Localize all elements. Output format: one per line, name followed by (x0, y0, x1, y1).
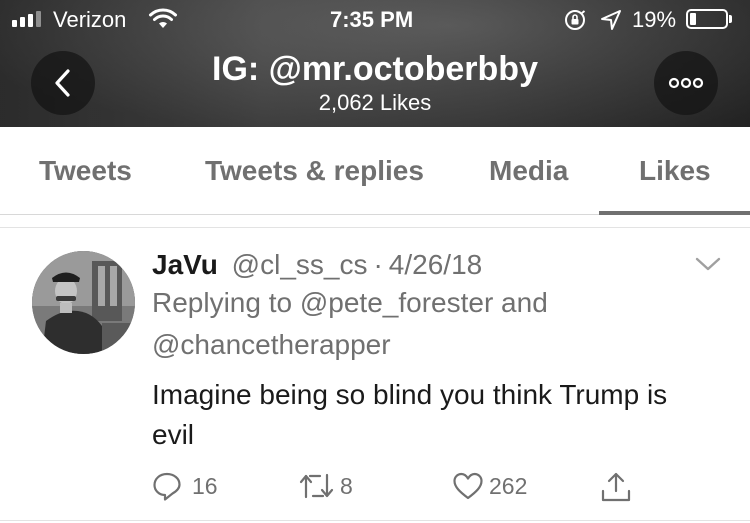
rotation-lock-icon (565, 10, 586, 30)
reply-context-line-2[interactable]: @chancetherapper (152, 329, 391, 361)
signal-icon (12, 11, 48, 27)
carrier-label: Verizon (53, 7, 127, 32)
profile-header: Verizon 7:35 PM 19% IG: @mr.octoberbby 2… (0, 0, 750, 127)
like-count: 262 (489, 473, 528, 499)
tweet-divider (0, 520, 750, 521)
meta-separator: · (373, 249, 383, 280)
battery-level (690, 13, 696, 25)
tab-tweets[interactable]: Tweets (39, 155, 132, 187)
profile-likes-count: 2,062 Likes (318, 90, 432, 115)
author-handle[interactable]: @cl_ss_cs (232, 249, 368, 280)
retweet-count: 8 (340, 473, 353, 499)
profile-title: IG: @mr.octoberbby (212, 50, 538, 88)
tab-media[interactable]: Media (489, 155, 568, 187)
tweet-item[interactable]: JaVu @cl_ss_cs · 4/26/18 Replying to @pete… (0, 228, 750, 523)
like-button[interactable]: 262 (452, 471, 542, 501)
reply-icon (153, 472, 181, 501)
chevron-down-icon[interactable] (694, 256, 722, 272)
tab-likes[interactable]: Likes (639, 155, 711, 187)
tweet-date[interactable]: 4/26/18 (389, 249, 482, 280)
tweet-header: JaVu @cl_ss_cs · 4/26/18 (152, 249, 482, 281)
tweet-text-line-2: evil (152, 419, 195, 450)
tab-tweets-replies[interactable]: Tweets & replies (205, 155, 424, 187)
wifi-icon (149, 8, 177, 28)
battery-tip (729, 15, 732, 23)
battery-percent: 19% (632, 7, 677, 32)
like-icon (453, 472, 483, 500)
battery-icon (686, 9, 728, 29)
section-divider (0, 215, 750, 228)
status-time: 7:35 PM (330, 7, 414, 32)
status-bar: Verizon 7:35 PM 19% (0, 0, 750, 38)
avatar[interactable] (32, 251, 135, 354)
retweet-icon (299, 473, 334, 499)
share-icon (601, 472, 631, 502)
tweet-text-line-1: Imagine being so blind you think Trump i… (152, 379, 668, 410)
profile-tabs: Tweets Tweets & replies Media Likes (0, 127, 750, 215)
reply-count: 16 (192, 473, 218, 499)
share-button[interactable] (600, 471, 632, 502)
avatar-photo (32, 251, 135, 354)
retweet-button[interactable]: 8 (298, 471, 368, 501)
more-dots-icon (668, 77, 704, 89)
reply-context-line-1[interactable]: Replying to @pete_forester and (152, 287, 548, 319)
location-icon (601, 10, 621, 30)
reply-button[interactable]: 16 (152, 471, 232, 501)
author-name[interactable]: JaVu (152, 249, 218, 280)
more-options-button[interactable] (654, 51, 718, 115)
